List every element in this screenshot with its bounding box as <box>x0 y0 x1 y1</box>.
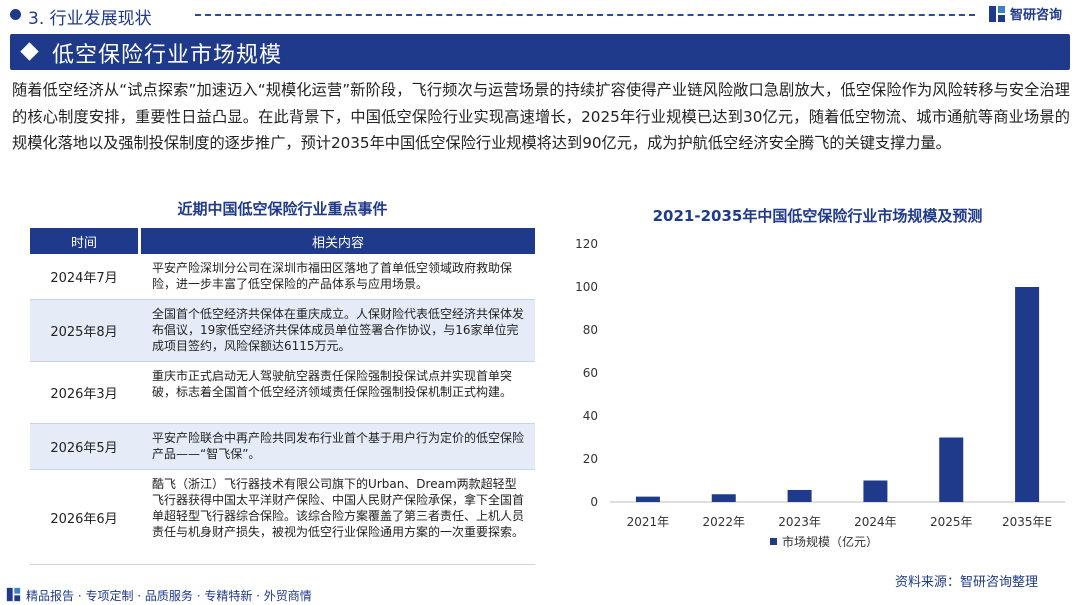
x-tick-label: 2022年 <box>702 515 745 529</box>
col-header-content: 相关内容 <box>141 228 535 254</box>
x-tick-label: 2023年 <box>778 515 821 529</box>
x-tick-label: 2035年E <box>1002 515 1052 529</box>
row-time: 2026年3月 <box>50 387 118 402</box>
bar <box>863 480 888 502</box>
intro-paragraph: 随着低空经济从“试点探索”加速迈入“规模化运营”新阶段，飞行频次与运营场景的持续… <box>12 81 1070 152</box>
y-tick-label: 20 <box>583 452 598 466</box>
bar <box>711 494 736 502</box>
table-header: 时间 相关内容 <box>30 228 535 254</box>
footer: 精品报告 · 专项定制 · 品质服务 · 专精特新 · 外贸商情 <box>0 584 1080 605</box>
table-row: 2025年8月 全国首个低空经济共保体在重庆成立。人保财险代表低空经济共保体发布… <box>30 300 535 362</box>
bar <box>787 489 812 502</box>
y-tick-label: 80 <box>583 323 598 337</box>
y-tick-label: 120 <box>575 237 598 251</box>
x-tick-label: 2021年 <box>627 515 670 529</box>
row-time: 2026年5月 <box>50 441 118 456</box>
brand-logo-icon <box>989 5 1005 22</box>
diamond-icon <box>20 42 39 61</box>
y-tick-label: 100 <box>575 280 598 294</box>
x-tick-label: 2024年 <box>854 515 897 529</box>
chart-title: 2021-2035年中国低空保险行业市场规模及预测 <box>652 207 983 225</box>
table-row: 2026年5月 平安产险联合中再产险共同发布行业首个基于用户行为定价的低空保险产… <box>30 424 535 470</box>
row-time: 2026年6月 <box>50 511 118 527</box>
bar <box>939 437 964 502</box>
table-row: 2026年6月 酷飞（浙江）飞行器技术有限公司旗下的Urban、Dream两款超… <box>30 470 535 565</box>
row-content: 平安产险联合中再产险共同发布行业首个基于用户行为定价的低空保险产品——“智飞保”… <box>152 431 525 461</box>
row-content: 平安产险深圳分公司在深圳市福田区落地了首单低空领域政府救助保险，进一步丰富了低空… <box>152 261 513 291</box>
events-table: 时间 相关内容 2024年7月 平安产险深圳分公司在深圳市福田区落地了首单低空领… <box>30 228 535 565</box>
header-divider <box>195 14 975 16</box>
row-time: 2024年7月 <box>50 271 118 286</box>
row-content: 全国首个低空经济共保体在重庆成立。人保财险代表低空经济共保体发布倡议，19家低空… <box>152 307 525 353</box>
table-row: 2024年7月 平安产险深圳分公司在深圳市福田区落地了首单低空领域政府救助保险，… <box>30 254 535 300</box>
y-tick-label: 60 <box>583 366 598 380</box>
bar <box>1015 287 1040 502</box>
footer-logo-icon <box>6 587 21 602</box>
row-content: 重庆市正式启动无人驾驶航空器责任保险强制投保试点并实现首单突破，标志着全国首个低… <box>152 369 513 399</box>
x-tick-label: 2025年 <box>930 515 973 529</box>
section-title: 3. 行业发展现状 <box>28 9 152 29</box>
table-title: 近期中国低空保险行业重点事件 <box>177 200 388 218</box>
table-row: 2026年3月 重庆市正式启动无人驾驶航空器责任保险强制投保试点并实现首单突破，… <box>30 362 535 424</box>
row-time: 2025年8月 <box>50 325 118 340</box>
title-banner: 低空保险行业市场规模 <box>10 34 1070 70</box>
footer-services: 精品报告 · 专项定制 · 品质服务 · 专精特新 · 外贸商情 <box>26 589 312 603</box>
row-content: 酷飞（浙江）飞行器技术有限公司旗下的Urban、Dream两款超轻型飞行器获得中… <box>152 477 525 539</box>
bar <box>635 496 660 502</box>
bullet-dot-icon <box>10 9 21 20</box>
brand-logo: 智研咨询 <box>988 4 1062 23</box>
y-tick-label: 0 <box>590 495 598 509</box>
y-tick-label: 40 <box>583 409 598 423</box>
market-size-bar-chart: 0 20 40 60 80 100 120 2021年 2022年 2023年 2024年 2025年… <box>575 237 1065 549</box>
legend-label: 市场规模（亿元） <box>782 534 878 549</box>
brand-name: 智研咨询 <box>1010 8 1063 23</box>
top-header: 3. 行业发展现状 智研咨询 <box>0 0 1080 30</box>
page-title: 低空保险行业市场规模 <box>52 43 283 68</box>
legend-swatch <box>770 538 777 545</box>
col-header-time: 时间 <box>30 228 138 254</box>
